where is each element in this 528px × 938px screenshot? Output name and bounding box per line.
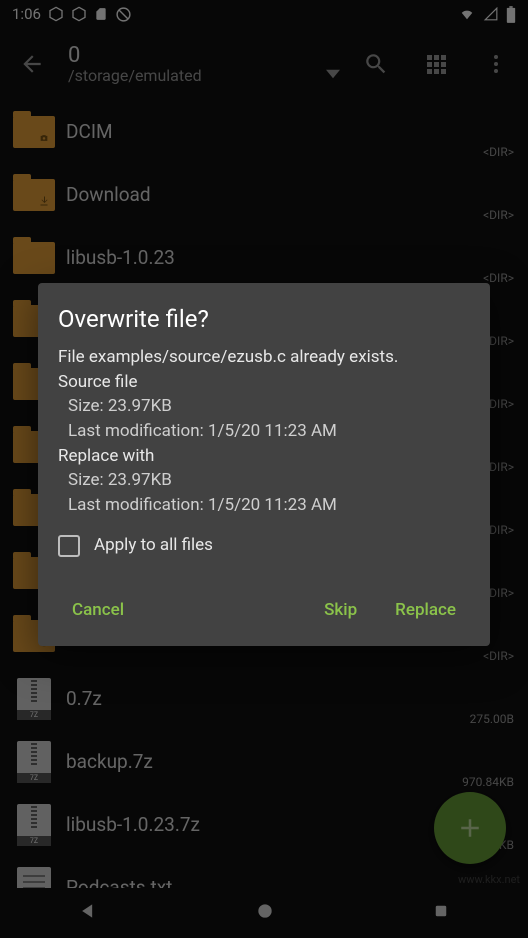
replace-size: Size: 23.97KB	[58, 468, 470, 493]
replace-mod: Last modification: 1/5/20 11:23 AM	[58, 493, 470, 518]
replace-button[interactable]: Replace	[387, 594, 464, 626]
source-file-label: Source file	[58, 370, 470, 395]
dialog-title: Overwrite file?	[58, 305, 470, 333]
cancel-button[interactable]: Cancel	[64, 594, 132, 626]
source-size: Size: 23.97KB	[58, 394, 470, 419]
apply-all-row[interactable]: Apply to all files	[58, 533, 470, 558]
skip-button[interactable]: Skip	[316, 594, 365, 626]
replace-with-label: Replace with	[58, 444, 470, 469]
overwrite-dialog: Overwrite file? File examples/source/ezu…	[38, 283, 490, 646]
apply-all-label: Apply to all files	[94, 533, 213, 558]
source-mod: Last modification: 1/5/20 11:23 AM	[58, 419, 470, 444]
apply-all-checkbox[interactable]	[58, 535, 80, 557]
dialog-exists-text: File examples/source/ezusb.c already exi…	[58, 345, 470, 370]
